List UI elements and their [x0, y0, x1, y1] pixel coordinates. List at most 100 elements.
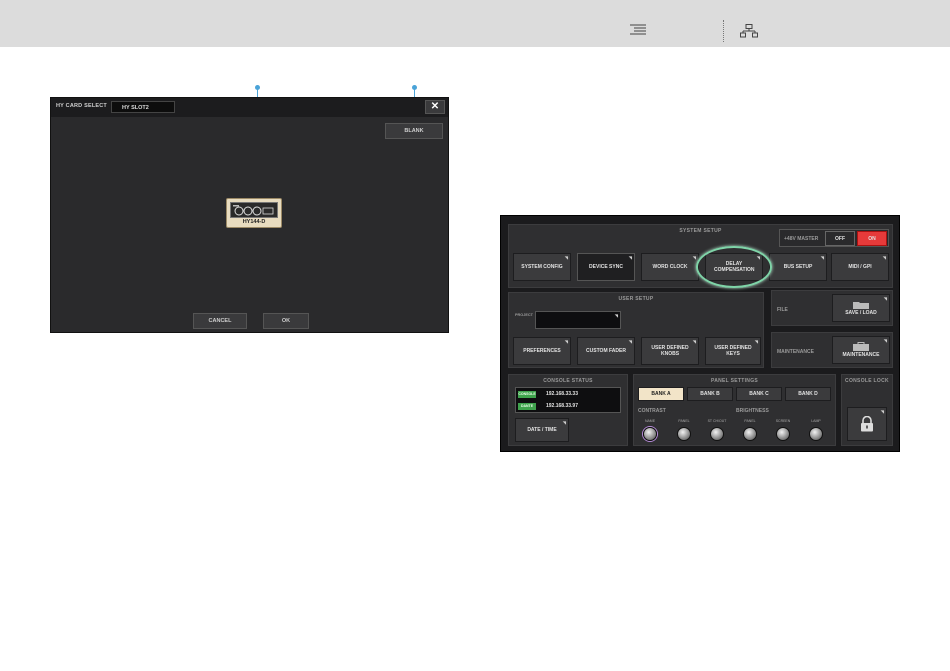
corner-arrow-icon: ◥: [880, 409, 884, 414]
maintenance-button[interactable]: MAINTENANCE ◥: [832, 336, 890, 364]
system-setup-panel: SYSTEM SETUP +48V MASTER OFF ON SYSTEM C…: [500, 215, 900, 452]
corner-arrow-icon: ◥: [564, 339, 568, 344]
phantom-master-label: +48V MASTER: [784, 236, 819, 242]
word-clock-button[interactable]: WORD CLOCK ◥: [641, 253, 699, 281]
knob-label-stch: ST CH/OUT: [707, 419, 727, 423]
corner-arrow-icon: ◥: [628, 339, 632, 344]
brightness-panel-knob[interactable]: [677, 427, 691, 441]
toolbar-divider: [723, 20, 724, 42]
top-bar: [0, 0, 950, 47]
corner-arrow-icon: ◥: [692, 339, 696, 344]
brightness-stch-knob[interactable]: [710, 427, 724, 441]
knob-label-screen: SCREEN: [775, 419, 791, 423]
corner-arrow-icon: ◥: [756, 255, 760, 260]
maintenance-label: MAINTENANCE: [777, 349, 814, 355]
cancel-button[interactable]: CANCEL: [193, 313, 247, 329]
project-field[interactable]: ◥: [535, 311, 621, 329]
bank-b-button[interactable]: BANK B: [687, 387, 733, 401]
system-config-button[interactable]: SYSTEM CONFIG ◥: [513, 253, 571, 281]
brightness-screen-knob[interactable]: [776, 427, 790, 441]
dante-ip: 192.168.33.97: [546, 403, 578, 409]
slot-indicator: HY SLOT2: [111, 101, 175, 113]
system-setup-section: SYSTEM SETUP +48V MASTER OFF ON SYSTEM C…: [508, 224, 893, 288]
corner-arrow-icon: ◥: [562, 420, 566, 425]
file-label: FILE: [777, 307, 788, 313]
bank-c-button[interactable]: BANK C: [736, 387, 782, 401]
blank-button[interactable]: BLANK: [385, 123, 443, 139]
user-defined-knobs-button[interactable]: USER DEFINED KNOBS ◥: [641, 337, 699, 365]
sitemap-icon[interactable]: [740, 24, 758, 38]
hy-card-button[interactable]: HY144-D: [226, 198, 282, 228]
contrast-label: CONTRAST: [638, 408, 666, 414]
phantom-off-button[interactable]: OFF: [825, 231, 855, 246]
corner-arrow-icon: ◥: [692, 255, 696, 260]
close-icon: ✕: [430, 101, 440, 112]
brightness-panel-2-knob[interactable]: [743, 427, 757, 441]
knob-label-panel: PANEL: [678, 419, 690, 423]
corner-arrow-icon: ◥: [883, 338, 887, 343]
corner-arrow-icon: ◥: [564, 255, 568, 260]
bank-d-button[interactable]: BANK D: [785, 387, 831, 401]
corner-arrow-icon: ◥: [754, 339, 758, 344]
lock-icon: [861, 416, 873, 432]
preferences-button[interactable]: PREFERENCES ◥: [513, 337, 571, 365]
dante-tag: DANTE: [518, 403, 536, 410]
card-faceplate-icon: [230, 202, 278, 218]
preferences-label: PREFERENCES: [523, 348, 561, 354]
date-time-label: DATE / TIME: [527, 427, 557, 433]
corner-arrow-icon: ◥: [628, 255, 632, 260]
panel-settings-section: PANEL SETTINGS BANK A BANK B BANK C BANK…: [633, 374, 836, 446]
knob-label-panel-2: PANEL: [744, 419, 756, 423]
user-defined-keys-label: USER DEFINED KEYS: [714, 345, 752, 357]
toolbox-icon: [853, 342, 869, 351]
hy-card-select-dialog: HY CARD SELECT HY SLOT2 ✕ BLANK HY144-D …: [50, 97, 449, 333]
save-load-button[interactable]: SAVE / LOAD ◥: [832, 294, 890, 322]
save-load-label: SAVE / LOAD: [845, 310, 877, 316]
phantom-on-button[interactable]: ON: [857, 231, 887, 246]
knob-label-lamp: LAMP: [811, 419, 821, 423]
bus-setup-label: BUS SETUP: [783, 264, 813, 270]
panel-settings-header: PANEL SETTINGS: [710, 378, 759, 384]
brightness-lamp-knob[interactable]: [809, 427, 823, 441]
corner-arrow-icon: ◥: [614, 313, 618, 318]
user-defined-keys-button[interactable]: USER DEFINED KEYS ◥: [705, 337, 761, 365]
slot-label: HY SLOT2: [122, 105, 149, 111]
corner-arrow-icon: ◥: [882, 255, 886, 260]
maintenance-button-label: MAINTENANCE: [842, 352, 880, 358]
dialog-titlebar: HY CARD SELECT HY SLOT2 ✕: [51, 98, 448, 117]
console-lock-button[interactable]: ◥: [847, 407, 887, 441]
date-time-button[interactable]: DATE / TIME ◥: [515, 418, 569, 442]
device-sync-label: DEVICE SYNC: [589, 264, 623, 270]
console-ip: 192.168.33.33: [546, 391, 578, 397]
user-setup-header: USER SETUP: [618, 296, 654, 302]
file-section: FILE SAVE / LOAD ◥: [771, 290, 893, 326]
delay-compensation-button[interactable]: DELAY COMPENSATION ◥: [705, 253, 763, 281]
folder-icon: [853, 302, 869, 309]
device-sync-button[interactable]: DEVICE SYNC ◥: [577, 253, 635, 281]
bank-a-button[interactable]: BANK A: [638, 387, 684, 401]
console-status-header: CONSOLE STATUS: [543, 378, 593, 384]
delay-compensation-label: DELAY COMPENSATION: [714, 261, 755, 273]
close-button[interactable]: ✕: [425, 100, 445, 114]
corner-arrow-icon: ◥: [883, 296, 887, 301]
console-lock-section: CONSOLE LOCK ◥: [841, 374, 893, 446]
knob-label-name: NAME: [644, 419, 656, 423]
custom-fader-label: CUSTOM FADER: [586, 348, 626, 354]
custom-fader-button[interactable]: CUSTOM FADER ◥: [577, 337, 635, 365]
word-clock-label: WORD CLOCK: [652, 264, 688, 270]
console-status-section: CONSOLE STATUS CONSOLE 192.168.33.33 DAN…: [508, 374, 628, 446]
bus-setup-button[interactable]: BUS SETUP ◥: [769, 253, 827, 281]
brightness-label: BRIGHTNESS: [736, 408, 769, 414]
console-status-list: CONSOLE 192.168.33.33 DANTE 192.168.33.9…: [515, 387, 621, 413]
maintenance-section: MAINTENANCE MAINTENANCE ◥: [771, 332, 893, 368]
ok-button[interactable]: OK: [263, 313, 309, 329]
contrast-name-knob[interactable]: [643, 427, 657, 441]
list-indent-icon[interactable]: [630, 24, 646, 36]
corner-arrow-icon: ◥: [820, 255, 824, 260]
card-name: HY144-D: [242, 219, 266, 225]
project-label: PROJECT: [515, 313, 533, 317]
dialog-title: HY CARD SELECT: [56, 103, 107, 109]
user-defined-knobs-label: USER DEFINED KNOBS: [651, 345, 689, 357]
midi-gpi-button[interactable]: MIDI / GPI ◥: [831, 253, 889, 281]
console-tag: CONSOLE: [518, 391, 536, 398]
